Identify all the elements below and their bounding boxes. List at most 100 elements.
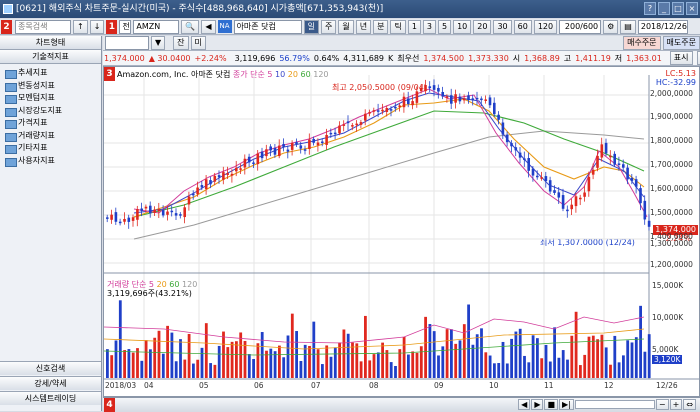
tech-indicator-header[interactable]: 기술적지표 <box>0 50 101 64</box>
order-arrow-icon[interactable]: ▼ <box>151 36 166 50</box>
volume-bar <box>230 341 234 378</box>
volume-bar <box>523 355 526 378</box>
volume-bar <box>131 352 135 378</box>
sidebar-item-market-strength[interactable]: 시장강도지표 <box>0 105 101 118</box>
volume-bar <box>411 351 415 378</box>
search-down-button[interactable]: ↓ <box>89 19 105 34</box>
candle-body <box>230 173 234 176</box>
ticker-search-icon[interactable]: 🔍 <box>181 19 200 34</box>
period-minute[interactable]: 분 <box>373 19 389 34</box>
candle-body <box>376 110 380 112</box>
volume-bar <box>217 345 221 378</box>
search-input[interactable] <box>15 19 71 34</box>
volume-bar <box>510 338 513 378</box>
quote-low: 1,363.01 <box>626 53 662 63</box>
x-tick-10: 12/26 <box>656 381 678 390</box>
candle-body <box>561 195 565 209</box>
bull-bear-button[interactable]: 강세/약세 <box>0 376 101 390</box>
candle-body <box>634 179 638 187</box>
candle-body <box>493 102 496 115</box>
system-trading-button[interactable]: 시스템트레이딩 <box>0 391 101 405</box>
mode-select[interactable]: 전 <box>119 19 132 34</box>
interval-5[interactable]: 5 <box>438 19 452 34</box>
interval-30[interactable]: 30 <box>493 19 512 34</box>
candle-body <box>622 164 625 168</box>
candle-body <box>385 108 389 112</box>
sidebar-item-other[interactable]: 기타지표 <box>0 142 101 155</box>
candle-body <box>415 91 419 103</box>
sidebar-item-price[interactable]: 가격지표 <box>0 117 101 130</box>
unfilled-button[interactable]: 미 <box>190 36 206 50</box>
bottom-scroll-bar[interactable]: 4 ◀ ▶ ■ ▶| − + ⇔ <box>103 397 700 412</box>
interval-60[interactable]: 60 <box>513 19 532 34</box>
candle-body <box>170 210 174 213</box>
ticker-arrow-icon[interactable]: ◀ <box>201 19 216 34</box>
time-slider[interactable] <box>574 400 655 409</box>
step-button[interactable]: ▶| <box>559 399 574 410</box>
volume-bar <box>441 346 445 378</box>
sidebar-item-trend[interactable]: 추세지표 <box>0 67 101 80</box>
x-tick-4: 07 <box>311 381 321 390</box>
candle-body <box>204 179 208 190</box>
display-button[interactable]: 표시 <box>669 51 693 65</box>
stop-button[interactable]: ■ <box>544 399 559 410</box>
candle-body <box>604 142 608 154</box>
candle-body <box>454 94 457 103</box>
signal-search-button[interactable]: 신호검색 <box>0 361 101 375</box>
sidebar-item-momentum[interactable]: 모멘텀지표 <box>0 92 101 105</box>
scroll-left-button[interactable]: ◀ <box>518 399 531 410</box>
ticker-input[interactable]: AMZN <box>133 19 180 34</box>
interval-20[interactable]: 20 <box>473 19 492 34</box>
period-month[interactable]: 월 <box>338 19 354 34</box>
x-tick-0: 2018/03 <box>105 381 137 390</box>
vol-ma5-line <box>104 316 645 344</box>
minimize-button[interactable]: _ <box>658 2 670 15</box>
interval-120[interactable]: 120 <box>533 19 558 34</box>
candle-body <box>643 200 647 220</box>
interval-3[interactable]: 3 <box>422 19 436 34</box>
candle-body <box>471 98 475 100</box>
x-tick-9: 12 <box>604 381 614 390</box>
candle-body <box>553 190 556 193</box>
sidebar-item-volume[interactable]: 거래량지표 <box>0 130 101 143</box>
volume-bar <box>333 347 337 378</box>
candle-body <box>505 134 509 143</box>
quote-bid: 1,373.330 <box>468 53 509 63</box>
sidebar-item-volatility[interactable]: 변동성지표 <box>0 80 101 93</box>
search-up-button[interactable]: ↑ <box>73 19 88 34</box>
chart-form-button[interactable]: 차트형태 <box>0 36 101 50</box>
candle-body <box>579 197 582 200</box>
candle-body <box>166 211 169 215</box>
quote-high-label: 고 <box>563 53 572 63</box>
interval-10[interactable]: 10 <box>453 19 472 34</box>
sell-order-button[interactable]: 매도주문 <box>662 36 700 50</box>
zoom-out-button[interactable]: − <box>655 399 669 410</box>
expand-icon[interactable]: ⇔ <box>683 399 696 410</box>
volume-bar <box>127 349 131 378</box>
interval-1[interactable]: 1 <box>407 19 421 34</box>
period-year[interactable]: 년 <box>355 19 372 34</box>
candle-body <box>359 122 363 125</box>
na-badge: NA <box>217 20 232 33</box>
play-button[interactable]: ▶ <box>531 399 544 410</box>
sidebar-item-user[interactable]: 사용자지표 <box>0 155 101 168</box>
count-input[interactable]: 200/600 <box>559 19 602 34</box>
order-qty-input[interactable] <box>105 36 149 50</box>
balance-button[interactable]: 잔 <box>173 36 189 50</box>
settings-icon[interactable]: ⚙ <box>603 19 619 34</box>
print-icon[interactable]: ▤ <box>620 19 636 34</box>
period-tick[interactable]: 틱 <box>390 19 406 34</box>
date-field[interactable]: 2018/12/26 <box>637 19 688 34</box>
tb-btn-help[interactable]: ? <box>644 2 656 15</box>
buy-order-button[interactable]: 매수주문 <box>623 36 661 50</box>
legend-button[interactable]: 범례 <box>696 51 700 65</box>
period-day[interactable]: 일 <box>303 19 319 34</box>
period-week[interactable]: 주 <box>320 19 337 34</box>
quote-low-label: 저 <box>614 53 623 63</box>
volume-bar <box>110 355 114 378</box>
zoom-in-button[interactable]: + <box>669 399 683 410</box>
maximize-button[interactable]: □ <box>672 2 684 15</box>
volume-bar <box>153 337 157 378</box>
close-button[interactable]: × <box>686 2 698 15</box>
chart-area[interactable]: 3 Amazon.com, Inc. 아마존 닷컴 종가 단순 5 10 20 … <box>103 66 700 397</box>
